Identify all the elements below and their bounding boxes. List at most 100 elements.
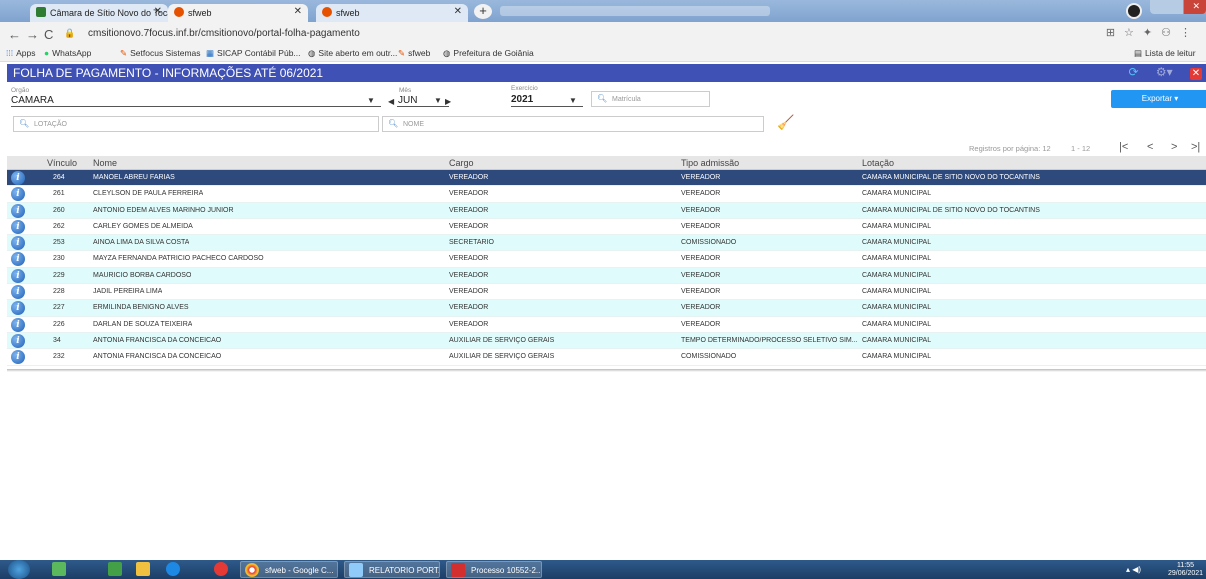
info-icon[interactable]: i (11, 285, 25, 300)
mes-select[interactable]: JUN (398, 95, 417, 106)
clock[interactable]: 11:55 29/06/2021 (1168, 562, 1203, 578)
matricula-input[interactable]: 🔍︎ Matrícula (591, 91, 710, 107)
export-button[interactable]: Exportar ▾ (1111, 90, 1206, 108)
table-row[interactable]: i 226 DARLAN DE SOUZA TEIXEIRA VEREADOR VERE… (7, 317, 1206, 333)
nome-input[interactable]: 🔍︎ NOME (382, 116, 764, 132)
lotacao-input[interactable]: 🔍︎ LOTAÇÃO (13, 116, 379, 132)
bookmark-whatsapp[interactable]: ● WhatsApp (44, 48, 91, 58)
col-cargo[interactable]: Cargo (449, 158, 474, 168)
bookmark-site-aberto[interactable]: ◍ Site aberto em outr... (308, 48, 397, 59)
clear-filters-broom-icon[interactable]: 🧹 (777, 114, 794, 131)
hp-app-icon[interactable] (52, 562, 66, 576)
col-vinculo[interactable]: Vínculo (47, 158, 77, 168)
info-icon[interactable]: i (11, 187, 25, 202)
table-row[interactable]: i 260 ANTONIO EDEM ALVES MARINHO JUNIOR VER… (7, 202, 1206, 219)
info-icon[interactable]: i (11, 333, 25, 348)
first-page-icon[interactable]: |< (1119, 141, 1128, 153)
table-row[interactable]: i 253 AINOA LIMA DA SILVA COSTA SECRETARIO C… (7, 235, 1206, 252)
exercicio-select[interactable]: 2021 (511, 94, 533, 105)
taskbar-relatorio[interactable]: RELATORIO PORT... (344, 561, 440, 578)
orgao-select[interactable]: CAMARA (11, 95, 54, 106)
table-row[interactable]: i 261 CLEYLSON DE PAULA FERREIRA VEREADOR VE… (7, 186, 1206, 203)
url-input[interactable]: cmsitionovo.7focus.inf.br/cmsitionovo/po… (76, 25, 1106, 43)
last-page-icon[interactable]: >| (1191, 141, 1200, 153)
search-icon: 🔍︎ (19, 119, 30, 128)
info-icon[interactable]: i (11, 350, 25, 365)
table-row[interactable]: i 232 ANTONIA FRANCISCA DA CONCEICAO AUXILI… (7, 349, 1206, 366)
tab-sfweb[interactable]: sfweb ✕ (316, 4, 468, 22)
excel-icon[interactable] (108, 562, 122, 576)
globe-icon: ◍ (443, 48, 451, 58)
table-row[interactable]: i 262 CARLEY GOMES DE ALMEIDA VEREADOR VEREA… (7, 219, 1206, 236)
info-icon[interactable]: i (11, 268, 25, 283)
table-row[interactable]: i 227 ERMILINDA BENIGNO ALVES VEREADOR VEREA… (7, 300, 1206, 317)
volume-icon[interactable]: ▴ ◀) (1126, 565, 1141, 574)
profile-avatar[interactable] (1126, 3, 1142, 19)
cell-vinculo: 232 (53, 353, 65, 361)
close-icon[interactable]: ✕ (1190, 68, 1202, 80)
prev-page-icon[interactable]: < (1147, 141, 1153, 153)
teamviewer-icon[interactable] (166, 562, 180, 576)
taskbar-chrome[interactable]: sfweb - Google C... (240, 561, 338, 578)
bookmark-sfweb[interactable]: ✎ sfweb (398, 48, 430, 59)
refresh-icon[interactable]: ⟳ (1128, 65, 1138, 79)
back-arrow-icon[interactable]: ← (8, 27, 21, 42)
col-lotacao[interactable]: Lotação (862, 158, 894, 168)
info-icon[interactable]: i (11, 301, 25, 316)
info-icon[interactable]: i (11, 236, 25, 251)
file-explorer-icon[interactable] (136, 562, 150, 576)
settings-dropdown-icon[interactable]: ⚙▾ (1156, 65, 1173, 79)
forward-arrow-icon[interactable]: → (26, 27, 39, 42)
next-page-icon[interactable]: > (1171, 141, 1177, 153)
globe-icon: ◍ (308, 48, 316, 58)
tab-sfweb-active[interactable]: sfweb ✕ (168, 4, 308, 22)
bookmark-prefeitura[interactable]: ◍ Prefeitura de Goiânia (443, 48, 534, 59)
whatsapp-icon: ● (44, 48, 50, 58)
prev-month-icon[interactable]: ◀ (388, 97, 394, 106)
table-row[interactable]: i 230 MAYZA FERNANDA PATRICIO PACHECO CARD… (7, 251, 1206, 268)
table-row[interactable]: i 264 MANOEL ABREU FARIAS VEREADOR VEREADOR C… (7, 170, 1206, 187)
info-icon[interactable]: i (11, 219, 25, 234)
close-icon[interactable]: ✕ (454, 6, 462, 17)
reading-list[interactable]: ▤ Lista de leitur (1134, 48, 1196, 59)
browser-action-icons[interactable]: ⊞☆✦⚇⋮ (1106, 26, 1200, 39)
cell-tipo-admissao: VEREADOR (681, 190, 721, 198)
sfweb-favicon-icon (322, 7, 332, 17)
close-icon[interactable]: ✕ (294, 6, 302, 17)
info-icon[interactable]: i (11, 171, 25, 185)
opera-icon[interactable] (214, 562, 228, 576)
bookmark-sicap[interactable]: ▦ SICAP Contábil Púb... (206, 48, 301, 59)
chevron-down-icon[interactable]: ▼ (367, 96, 375, 105)
chevron-down-icon[interactable]: ▼ (434, 96, 442, 105)
start-button[interactable] (8, 560, 30, 579)
tab-camara[interactable]: Câmara de Sítio Novo do Tocant ✕ (30, 4, 168, 22)
next-month-icon[interactable]: ▶ (445, 97, 451, 106)
table-row[interactable]: i 229 MAURICIO BORBA CARDOSO VEREADOR VEREAD… (7, 267, 1206, 285)
cell-lotacao: CÂMARA MUNICIPAL (862, 255, 932, 263)
col-nome[interactable]: Nome (93, 158, 117, 168)
table-row[interactable]: i 34 ANTONIA FRANCISCA DA CONCEICAO AUXILIA… (7, 332, 1206, 350)
taskbar-processo[interactable]: Processo 10552-2... (446, 561, 542, 578)
close-icon[interactable]: ✕ (154, 6, 162, 17)
cell-lotacao: CÂMARA MUNICIPAL (862, 239, 932, 247)
info-icon[interactable]: i (11, 203, 25, 218)
search-icon: 🔍︎ (597, 94, 608, 103)
cell-vinculo: 253 (53, 239, 65, 247)
bookmark-apps[interactable]: ⁞⁞⁞ Apps (6, 48, 35, 58)
per-page-label[interactable]: Registros por página: 12 (969, 144, 1051, 153)
cell-vinculo: 229 (53, 271, 65, 279)
cell-vinculo: 230 (53, 255, 65, 263)
info-icon[interactable]: i (11, 317, 25, 332)
bookmark-setfocus[interactable]: ✎ Setfocus Sistemas (120, 48, 201, 59)
chevron-down-icon[interactable]: ▼ (569, 96, 577, 105)
table-row[interactable]: i 228 JADIL PEREIRA LIMA VEREADOR VEREADOR CÂ… (7, 284, 1206, 301)
info-icon[interactable]: i (11, 252, 25, 267)
reload-icon[interactable]: C (44, 27, 53, 42)
cell-cargo: SECRETARIO (449, 239, 494, 247)
window-controls[interactable]: ✕ (1150, 0, 1206, 14)
table-bottom-shadow (7, 369, 1206, 372)
col-tipo-admissao[interactable]: Tipo admissão (681, 158, 739, 168)
new-tab-button[interactable]: + (474, 4, 492, 19)
cell-cargo: VEREADOR (449, 190, 489, 198)
cell-cargo: AUXILIAR DE SERVIÇO GERAIS (449, 336, 555, 344)
